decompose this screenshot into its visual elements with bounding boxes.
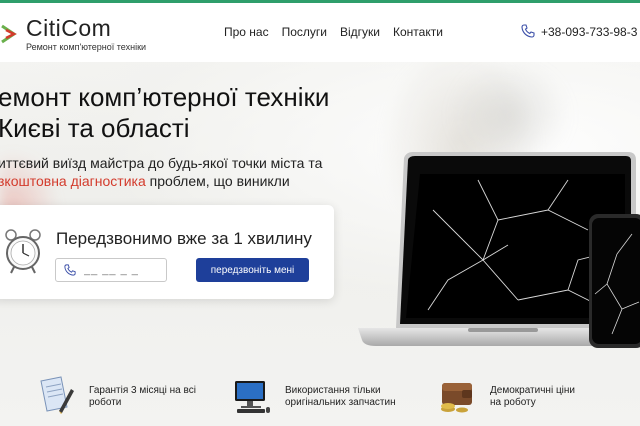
- computer-icon: [235, 381, 270, 413]
- main-nav: Про нас Послуги Відгуки Контакти: [224, 25, 443, 39]
- feature-guarantee-text: Гарантія 3 місяці на всі роботи: [89, 385, 196, 409]
- feature-prices: Демократичні ціни на роботу: [438, 375, 628, 415]
- document-pen-icon: [40, 376, 74, 414]
- brand-tagline: Ремонт комп'ютерної техніки: [26, 42, 147, 52]
- header-top-line: [0, 0, 640, 3]
- feature-guarantee-line1: Гарантія 3 місяці на всі: [89, 385, 196, 396]
- brand-name[interactable]: CitiCom: [26, 15, 111, 42]
- laptop-image: [358, 152, 640, 346]
- free-diagnostics-highlight: зкоштовна діагностика: [0, 173, 146, 189]
- logo-icon[interactable]: [0, 20, 20, 48]
- feature-original-parts-line2: оригінальних запчастин: [285, 397, 396, 408]
- nav-item-contacts[interactable]: Контакти: [393, 25, 443, 39]
- site-header: CitiCom Ремонт комп'ютерної техніки Про …: [0, 0, 640, 62]
- input-phone-icon: [64, 264, 76, 276]
- phone-icon: [521, 24, 535, 38]
- feature-prices-text: Демократичні ціни на роботу: [490, 385, 575, 409]
- header-phone[interactable]: +38-093-733-98-3: [541, 25, 637, 39]
- page: CitiCom Ремонт комп'ютерної техніки Про …: [0, 0, 640, 426]
- nav-item-about[interactable]: Про нас: [224, 25, 269, 39]
- smartphone-image: [589, 214, 640, 348]
- alarm-clock-icon: [5, 229, 41, 274]
- nav-item-services[interactable]: Послуги: [282, 25, 327, 39]
- wallet-coins-icon: [441, 383, 472, 413]
- feature-original-parts-line1: Використання тільки: [285, 385, 381, 396]
- feature-original-parts: Використання тільки оригінальних запчаст…: [233, 375, 423, 415]
- feature-prices-line2: на роботу: [490, 397, 536, 408]
- feature-guarantee: Гарантія 3 місяці на всі роботи: [37, 375, 207, 415]
- hero-title: емонт комп’ютерної техніки Києві та обла…: [0, 82, 329, 144]
- hero-title-line2: Києві та області: [0, 113, 190, 143]
- nav-item-reviews[interactable]: Відгуки: [340, 25, 380, 39]
- callback-phone-input[interactable]: [84, 264, 154, 276]
- feature-prices-line1: Демократичні ціни: [490, 385, 576, 396]
- callback-phone-field[interactable]: [55, 258, 167, 282]
- hero-title-line1: емонт комп’ютерної техніки: [0, 82, 330, 112]
- feature-original-parts-text: Використання тільки оригінальних запчаст…: [285, 385, 396, 409]
- feature-guarantee-line2: роботи: [89, 397, 122, 408]
